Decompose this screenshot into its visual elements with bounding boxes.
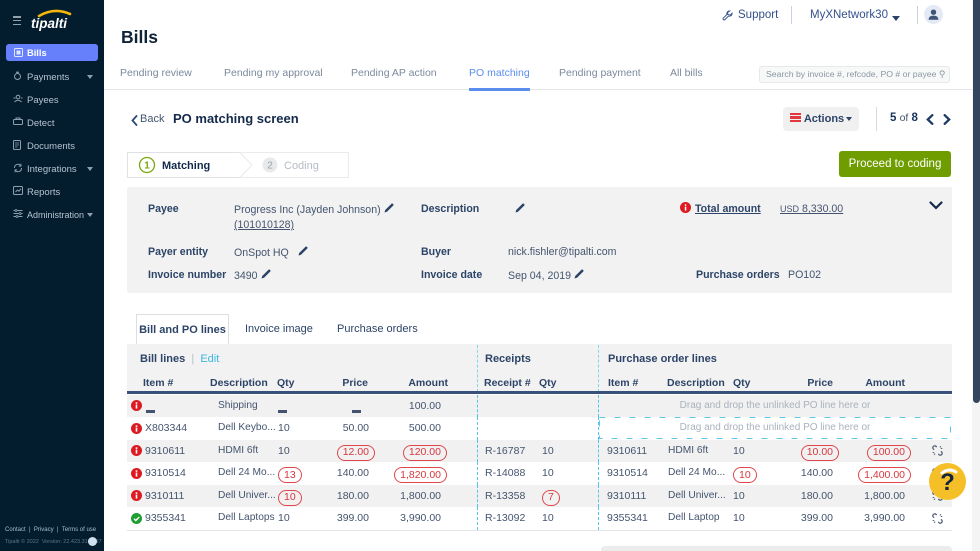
svg-text:Matching: Matching (162, 160, 210, 172)
svg-text:tipalti: tipalti (31, 16, 67, 31)
svg-text:2: 2 (267, 161, 273, 172)
svg-text:Coding: Coding (284, 160, 319, 172)
svg-text:1: 1 (144, 161, 150, 172)
